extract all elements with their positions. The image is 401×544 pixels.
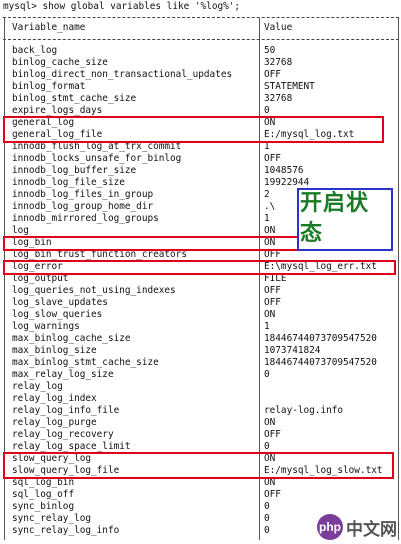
variable-name-cell: max_binlog_size: [12, 345, 97, 356]
highlight-log-bin: [3, 236, 301, 251]
column-header-value: Value: [264, 22, 293, 33]
variable-value-cell: 18446744073709547520: [264, 333, 377, 344]
variable-name-cell: binlog_cache_size: [12, 57, 108, 68]
annotation-label: 开启状态: [300, 191, 370, 246]
variable-name-cell: relay_log_info_file: [12, 405, 120, 416]
variable-value-cell: 1: [264, 213, 270, 224]
variable-value-cell: ON: [264, 417, 276, 428]
terminal-window: mysql> show global variables like '%log%…: [0, 0, 401, 544]
command-line: mysql> show global variables like '%log%…: [3, 1, 241, 12]
variable-name-cell: sync_relay_log_info: [12, 525, 120, 536]
watermark-site-text: 中文网: [346, 519, 397, 540]
variable-value-cell: 0: [264, 513, 270, 524]
variable-name-cell: relay_log: [12, 381, 63, 392]
variable-value-cell: 2: [264, 189, 270, 200]
variable-value-cell: OFF: [264, 153, 281, 164]
variable-value-cell: OFF: [264, 285, 281, 296]
variable-name-cell: back_log: [12, 45, 58, 56]
variable-name-cell: max_relay_log_size: [12, 369, 114, 380]
variable-value-cell: OFF: [264, 297, 281, 308]
variable-name-cell: max_binlog_cache_size: [12, 333, 131, 344]
variable-value-cell: OFF: [264, 489, 281, 500]
variable-name-cell: log_queries_not_using_indexes: [12, 285, 176, 296]
variable-value-cell: .\: [264, 201, 276, 212]
variable-name-cell: max_binlog_stmt_cache_size: [12, 357, 159, 368]
variable-value-cell: 50: [264, 45, 276, 56]
variable-value-cell: 32768: [264, 93, 293, 104]
variable-value-cell: 0: [264, 525, 270, 536]
variable-name-cell: sync_relay_log: [12, 513, 92, 524]
variable-value-cell: relay-log.info: [264, 405, 344, 416]
variable-name-cell: relay_log_recovery: [12, 429, 114, 440]
variable-value-cell: 18446744073709547520: [264, 357, 377, 368]
variable-value-cell: OFF: [264, 69, 281, 80]
variable-value-cell: ON: [264, 309, 276, 320]
highlight-general-log: [3, 116, 384, 143]
variable-name-cell: innodb_log_group_home_dir: [12, 201, 154, 212]
variable-name-cell: innodb_log_files_in_group: [12, 189, 154, 200]
variable-name-cell: innodb_locks_unsafe_for_binlog: [12, 153, 182, 164]
table-border-top: [3, 17, 399, 18]
variable-name-cell: binlog_format: [12, 81, 86, 92]
variable-value-cell: 0: [264, 369, 270, 380]
variable-value-cell: 1048576: [264, 165, 304, 176]
variable-name-cell: sync_binlog: [12, 501, 75, 512]
variable-name-cell: log_warnings: [12, 321, 80, 332]
variable-name-cell: binlog_direct_non_transactional_updates: [12, 69, 233, 80]
variable-name-cell: innodb_mirrored_log_groups: [12, 213, 159, 224]
table-border-right: [398, 18, 399, 540]
variable-value-cell: OFF: [264, 429, 281, 440]
column-header-name: Variable_name: [12, 22, 86, 33]
php-logo-icon: php: [317, 514, 343, 540]
variable-name-cell: innodb_log_file_size: [12, 177, 125, 188]
variable-name-cell: innodb_log_buffer_size: [12, 165, 137, 176]
variable-value-cell: 0: [264, 501, 270, 512]
variable-name-cell: relay_log_index: [12, 393, 97, 404]
highlight-log-error: [3, 260, 396, 275]
variable-name-cell: log_slave_updates: [12, 297, 108, 308]
variable-value-cell: STATEMENT: [264, 81, 315, 92]
variable-name-cell: relay_log_purge: [12, 417, 97, 428]
variable-name-cell: binlog_stmt_cache_size: [12, 93, 137, 104]
variable-value-cell: 1: [264, 321, 270, 332]
variable-name-cell: sql_log_off: [12, 489, 75, 500]
variable-value-cell: 32768: [264, 57, 293, 68]
watermark: php 中文网: [317, 512, 397, 542]
variable-name-cell: log_slow_queries: [12, 309, 103, 320]
table-border-header: [3, 39, 399, 40]
highlight-slow-query-log: [3, 452, 394, 479]
variable-value-cell: 1073741824: [264, 345, 321, 356]
